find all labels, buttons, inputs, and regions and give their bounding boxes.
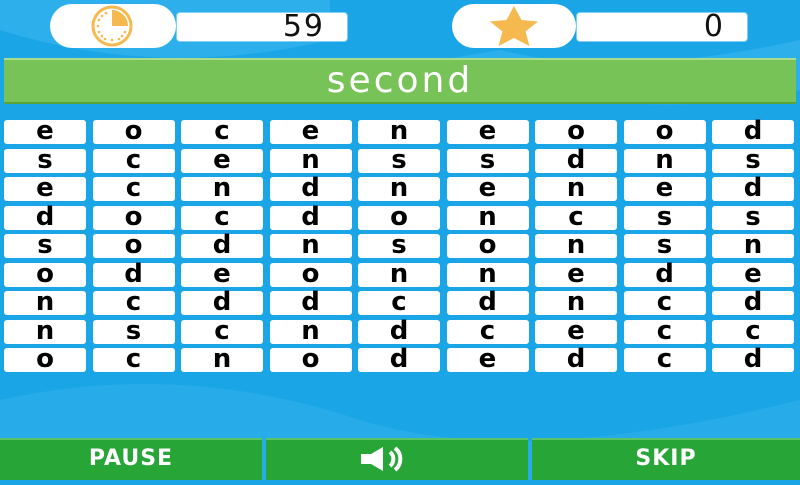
letter-cell[interactable]: d <box>269 204 352 230</box>
letter-cell[interactable]: s <box>712 204 794 230</box>
letter-cell[interactable]: e <box>4 175 86 201</box>
letter-cell[interactable]: d <box>446 289 529 315</box>
letter-cell[interactable]: c <box>358 289 440 315</box>
letter-cell[interactable]: e <box>181 261 263 287</box>
letter-cell[interactable]: d <box>535 147 617 173</box>
letter-cell[interactable]: d <box>358 346 440 372</box>
letter-cell[interactable]: n <box>4 318 86 344</box>
letter-cell[interactable]: o <box>4 261 86 287</box>
letter-cell[interactable]: d <box>269 175 352 201</box>
letter-cell[interactable]: d <box>712 175 794 201</box>
letter-cell[interactable]: e <box>446 346 529 372</box>
letter-cell[interactable]: n <box>623 147 706 173</box>
letter-cell[interactable]: e <box>535 261 617 287</box>
letter-cell[interactable]: c <box>92 147 175 173</box>
letter-cell[interactable]: n <box>4 289 86 315</box>
letter-cell[interactable]: o <box>358 204 440 230</box>
skip-button[interactable]: SKIP <box>532 438 800 480</box>
letter-cell[interactable]: e <box>4 118 86 144</box>
timer-display: 59 <box>176 9 348 44</box>
letter-cell[interactable]: d <box>4 204 86 230</box>
pause-button-label: PAUSE <box>88 446 174 471</box>
target-word: second <box>326 60 474 101</box>
pause-button[interactable]: PAUSE <box>0 438 262 480</box>
letter-grid: eoceneoodscenssdnsecndneneddocdoncsssodn… <box>4 118 796 376</box>
letter-cell[interactable]: c <box>181 318 263 344</box>
letter-cell[interactable]: s <box>712 147 794 173</box>
star-icon <box>490 6 538 46</box>
letter-cell[interactable]: s <box>623 232 706 258</box>
letter-cell[interactable]: n <box>712 232 794 258</box>
letter-cell[interactable]: n <box>446 261 529 287</box>
letter-cell[interactable]: c <box>623 289 706 315</box>
letter-cell[interactable]: s <box>358 232 440 258</box>
letter-cell[interactable]: n <box>535 175 617 201</box>
letter-cell[interactable]: c <box>712 318 794 344</box>
letter-cell[interactable]: d <box>712 346 794 372</box>
letter-cell[interactable]: d <box>181 289 263 315</box>
letter-cell[interactable]: s <box>4 232 86 258</box>
letter-cell[interactable]: n <box>446 204 529 230</box>
letter-cell[interactable]: n <box>269 147 352 173</box>
letter-cell[interactable]: e <box>181 147 263 173</box>
letter-cell[interactable]: c <box>92 175 175 201</box>
letter-cell[interactable]: n <box>358 175 440 201</box>
letter-cell[interactable]: n <box>535 289 617 315</box>
letter-cell[interactable]: s <box>4 147 86 173</box>
timer-value: 59 <box>282 9 325 44</box>
letter-cell[interactable]: s <box>358 147 440 173</box>
score-value: 0 <box>703 9 723 44</box>
speaker-icon <box>361 446 403 472</box>
clock-icon <box>91 5 133 47</box>
sound-toggle-button[interactable] <box>266 438 528 480</box>
target-word-banner: second <box>4 58 796 104</box>
letter-cell[interactable]: d <box>712 289 794 315</box>
letter-cell[interactable]: c <box>623 346 706 372</box>
letter-cell[interactable]: c <box>92 289 175 315</box>
letter-cell[interactable]: o <box>623 118 706 144</box>
letter-cell[interactable]: c <box>181 118 263 144</box>
letter-cell[interactable]: o <box>92 204 175 230</box>
score-display: 0 <box>576 9 748 44</box>
letter-cell[interactable]: d <box>358 318 440 344</box>
letter-cell[interactable]: e <box>446 175 529 201</box>
letter-cell[interactable]: c <box>535 204 617 230</box>
letter-cell[interactable]: d <box>623 261 706 287</box>
letter-cell[interactable]: d <box>535 346 617 372</box>
letter-cell[interactable]: c <box>92 346 175 372</box>
timer-badge <box>50 4 176 48</box>
letter-cell[interactable]: o <box>92 118 175 144</box>
letter-cell[interactable]: n <box>181 346 263 372</box>
letter-cell[interactable]: s <box>446 147 529 173</box>
letter-cell[interactable]: e <box>269 118 352 144</box>
letter-cell[interactable]: o <box>446 232 529 258</box>
score-badge <box>452 4 576 48</box>
letter-cell[interactable]: n <box>181 175 263 201</box>
letter-cell[interactable]: c <box>446 318 529 344</box>
letter-cell[interactable]: n <box>269 318 352 344</box>
letter-cell[interactable]: n <box>358 118 440 144</box>
letter-cell[interactable]: d <box>269 289 352 315</box>
letter-cell[interactable]: s <box>92 318 175 344</box>
letter-cell[interactable]: s <box>623 204 706 230</box>
letter-cell[interactable]: c <box>181 204 263 230</box>
letter-cell[interactable]: n <box>269 232 352 258</box>
letter-cell[interactable]: e <box>446 118 529 144</box>
letter-cell[interactable]: e <box>712 261 794 287</box>
skip-button-label: SKIP <box>635 446 697 471</box>
letter-cell[interactable]: c <box>623 318 706 344</box>
letter-cell[interactable]: e <box>535 318 617 344</box>
letter-cell[interactable]: n <box>358 261 440 287</box>
letter-cell[interactable]: o <box>269 346 352 372</box>
letter-cell[interactable]: d <box>92 261 175 287</box>
letter-cell[interactable]: o <box>92 232 175 258</box>
letter-cell[interactable]: d <box>712 118 794 144</box>
letter-cell[interactable]: d <box>181 232 263 258</box>
letter-cell[interactable]: o <box>269 261 352 287</box>
letter-cell[interactable]: e <box>623 175 706 201</box>
letter-cell[interactable]: o <box>535 118 617 144</box>
letter-cell[interactable]: o <box>4 346 86 372</box>
letter-cell[interactable]: n <box>535 232 617 258</box>
